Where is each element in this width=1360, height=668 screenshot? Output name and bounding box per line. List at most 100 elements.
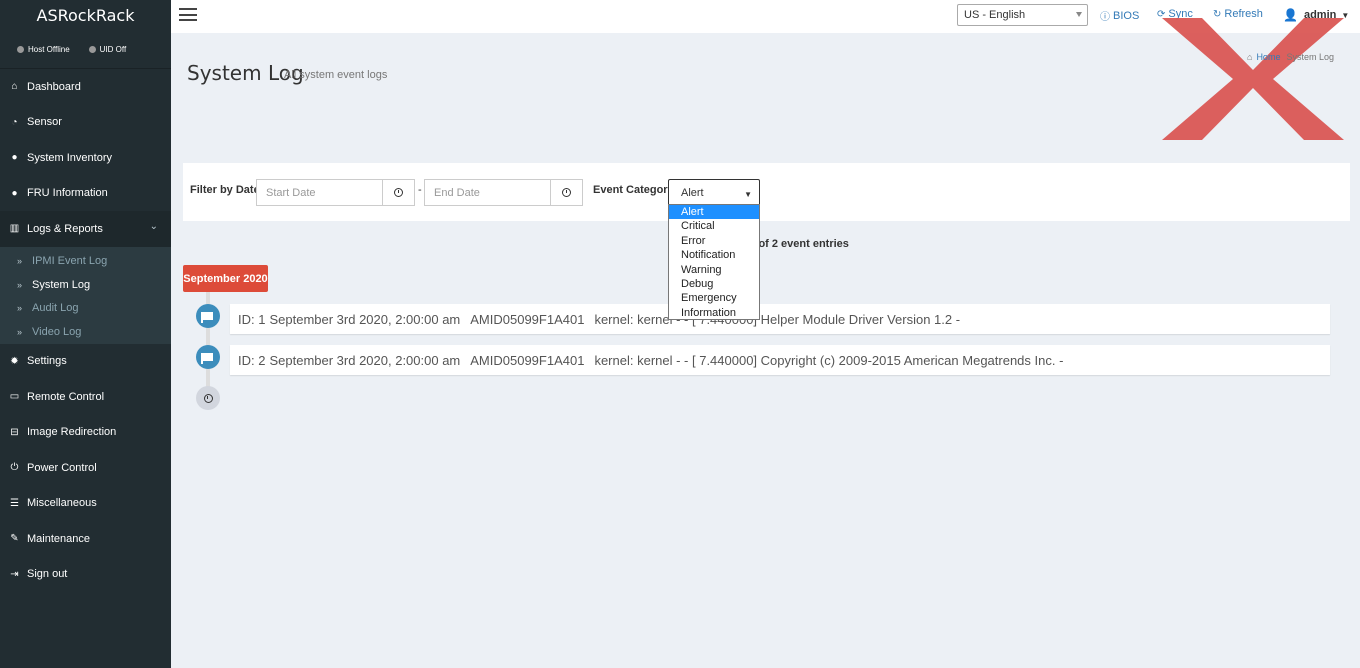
breadcrumb-home[interactable]: Home: [1256, 52, 1280, 62]
sidebar-item-label: Dashboard: [27, 80, 81, 93]
sidebar-item-settings[interactable]: ✹ Settings: [0, 344, 171, 380]
sidebar-item-label: System Inventory: [27, 151, 112, 164]
info-circle-icon: ⓘ: [1100, 12, 1110, 23]
bios-link[interactable]: ⓘ BIOS: [1100, 8, 1140, 24]
end-date-input[interactable]: End Date: [424, 179, 551, 206]
page-subtitle: All system event logs: [284, 69, 388, 81]
sidebar: ASRockRack Host Offline UID Off ⌂ Dashboa…: [0, 0, 171, 668]
wrench-icon: ✎: [10, 533, 19, 545]
sidebar-item-fru-information[interactable]: ● FRU Information: [0, 176, 171, 212]
bios-link-label: BIOS: [1113, 9, 1140, 22]
sidebar-item-logs-reports[interactable]: ▥ Logs & Reports ⌄: [0, 211, 171, 247]
list-icon: ☰: [10, 497, 19, 509]
host-status-label: Host Offline: [28, 44, 70, 54]
sidebar-item-system-inventory[interactable]: ● System Inventory: [0, 140, 171, 176]
double-chevron-right-icon: »: [17, 303, 23, 314]
host-status: Host Offline: [17, 45, 70, 54]
double-chevron-right-icon: »: [17, 326, 23, 337]
entries-count: nt of 2 event entries: [745, 238, 849, 250]
clock-icon: [394, 188, 403, 197]
filter-panel: Filter by Date Start Date - End Date Eve…: [183, 163, 1350, 221]
monitor-icon: ▭: [9, 391, 20, 403]
home-icon: ⌂: [11, 81, 18, 93]
end-date-picker-button[interactable]: [550, 179, 583, 206]
sidebar-subitem-ipmi-event-log[interactable]: » IPMI Event Log: [0, 250, 171, 274]
sidebar-subitem-audit-log[interactable]: » Audit Log: [0, 297, 171, 321]
entry-host: AMID05099F1A401: [470, 352, 585, 368]
sidebar-subitem-label: IPMI Event Log: [32, 255, 108, 268]
sidebar-item-dashboard[interactable]: ⌂ Dashboard: [0, 69, 171, 105]
double-chevron-right-icon: »: [17, 279, 23, 290]
sidebar-subitem-system-log[interactable]: » System Log: [0, 273, 171, 297]
double-chevron-right-icon: »: [17, 256, 23, 267]
breadcrumb-current: System Log: [1286, 52, 1334, 62]
dashboard-gauge-icon: ◔: [11, 116, 18, 128]
sidebar-item-label: FRU Information: [27, 187, 108, 200]
entry-date: September 3rd 2020, 2:00:00 am: [269, 311, 461, 327]
start-date-picker-button[interactable]: [382, 179, 415, 206]
dropdown-option[interactable]: Critical: [669, 219, 759, 233]
chevron-down-icon: ⌄: [149, 221, 158, 232]
uid-status: UID Off: [88, 44, 127, 54]
dropdown-option[interactable]: Error: [669, 234, 759, 248]
sidebar-subitem-label: Audit Log: [32, 302, 79, 315]
dropdown-option[interactable]: Information: [669, 306, 759, 320]
sidebar-item-maintenance[interactable]: ✎ Maintenance: [0, 521, 171, 557]
sidebar-item-power-control[interactable]: ⏻ Power Control: [0, 450, 171, 486]
entry-id: ID: 2: [238, 352, 266, 368]
hamburger-menu-icon[interactable]: [179, 8, 197, 21]
event-category-label: Event Category: [593, 184, 674, 196]
sidebar-item-sensor[interactable]: ◔ Sensor: [0, 105, 171, 141]
sidebar-item-miscellaneous[interactable]: ☰ Miscellaneous: [0, 486, 171, 522]
sidebar-subitem-label: Video Log: [32, 325, 82, 338]
home-icon: ⌂: [1247, 52, 1253, 62]
sidebar-item-sign-out[interactable]: ⇥ Sign out: [0, 557, 171, 593]
flag-icon: [196, 345, 220, 369]
sidebar-item-image-redirection[interactable]: ⊟ Image Redirection: [0, 415, 171, 451]
sidebar-item-label: Miscellaneous: [27, 497, 97, 510]
start-date-input[interactable]: Start Date: [256, 179, 383, 206]
flag-icon: [196, 304, 220, 328]
event-category-dropdown: Alert Critical Error Notification Warnin…: [668, 204, 760, 320]
brand-x-logo: [1162, 18, 1344, 140]
timeline-entry: ID: 2 September 3rd 2020, 2:00:00 am AMI…: [230, 345, 1330, 375]
sidebar-item-label: Power Control: [27, 461, 97, 474]
info-circle-icon: ●: [11, 152, 18, 164]
dropdown-option[interactable]: Warning: [669, 263, 759, 277]
sidebar-item-label: Image Redirection: [27, 426, 117, 439]
gear-icon: ✹: [10, 355, 19, 367]
dropdown-option[interactable]: Alert: [669, 205, 759, 220]
entry-message: kernel: kernel - - [ 7.440000] Helper Mo…: [594, 311, 961, 327]
event-category-select[interactable]: Alert ▼: [668, 179, 760, 206]
language-select-value: US - English: [964, 9, 1026, 21]
entry-id: ID: 1: [238, 311, 266, 327]
disk-icon: ⊟: [10, 426, 19, 438]
brand-logo: ASRockRack: [36, 6, 135, 25]
sign-out-icon: ⇥: [10, 568, 19, 580]
dropdown-option[interactable]: Debug: [669, 277, 759, 291]
info-circle-icon: ●: [11, 187, 18, 199]
bar-chart-icon: ▥: [9, 223, 20, 235]
language-select[interactable]: US - English: [957, 4, 1088, 26]
date-separator: -: [418, 184, 422, 196]
logs-submenu: » IPMI Event Log » System Log » Audit Log »…: [0, 246, 171, 344]
entry-host: AMID05099F1A401: [470, 311, 585, 327]
breadcrumb: ⌂ Home System Log: [1247, 52, 1334, 62]
sidebar-item-remote-control[interactable]: ▭ Remote Control: [0, 379, 171, 415]
sidebar-subitem-label: System Log: [32, 278, 91, 291]
entry-message: kernel: kernel - - [ 7.440000] Copyright…: [594, 352, 1064, 368]
dropdown-option[interactable]: Emergency: [669, 291, 759, 305]
sidebar-subitem-video-log[interactable]: » Video Log: [0, 320, 171, 344]
dropdown-option[interactable]: Notification: [669, 248, 759, 262]
status-dot-icon: [88, 45, 96, 53]
entry-date: September 3rd 2020, 2:00:00 am: [269, 352, 461, 368]
sidebar-item-label: Settings: [27, 355, 67, 368]
status-bar: Host Offline UID Off: [0, 30, 171, 69]
clock-icon: [562, 188, 571, 197]
sidebar-item-label: Sensor: [27, 116, 62, 129]
uid-status-label: UID Off: [99, 44, 127, 54]
sidebar-item-label: Remote Control: [27, 390, 105, 403]
sidebar-item-label: Sign out: [27, 568, 68, 581]
timeline-end-clock-icon: [196, 386, 220, 410]
event-category-value: Alert: [681, 187, 704, 199]
